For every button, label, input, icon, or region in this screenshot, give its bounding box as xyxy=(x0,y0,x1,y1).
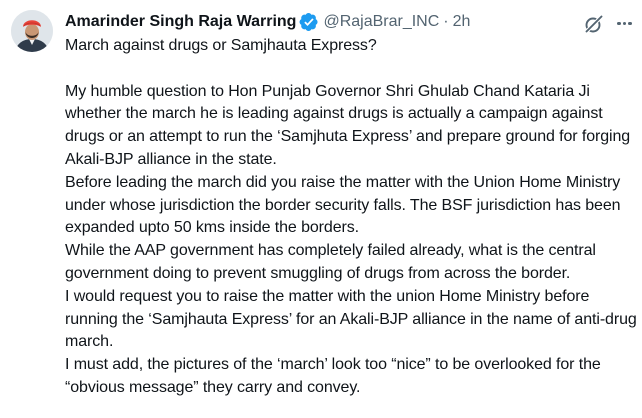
tweet-paragraph: Before leading the march did you raise t… xyxy=(65,173,621,237)
tweet-title-line: March against drugs or Samjhauta Express… xyxy=(65,37,377,54)
author-handle[interactable]: @RajaBrar_INC xyxy=(323,11,439,33)
tweet-header: Amarinder Singh Raja Warring @RajaBrar_I… xyxy=(65,11,470,33)
author-name[interactable]: Amarinder Singh Raja Warring xyxy=(65,11,296,33)
tweet-text: March against drugs or Samjhauta Express… xyxy=(65,35,640,400)
tweet: Amarinder Singh Raja Warring @RajaBrar_I… xyxy=(0,0,642,418)
tweet-paragraph: I must add, the pictures of the ‘march’ … xyxy=(65,356,601,396)
more-options-icon[interactable] xyxy=(617,21,635,26)
tweet-paragraph: I would request you to raise the matter … xyxy=(65,287,637,351)
separator-dot: · xyxy=(443,13,449,30)
timestamp[interactable]: 2h xyxy=(453,11,471,33)
grok-icon[interactable] xyxy=(583,13,605,35)
tweet-paragraph: While the AAP government has completely … xyxy=(65,242,596,282)
verified-badge-icon[interactable] xyxy=(299,12,319,32)
tweet-paragraph: My humble question to Hon Punjab Governo… xyxy=(65,82,631,168)
avatar[interactable] xyxy=(11,10,53,52)
